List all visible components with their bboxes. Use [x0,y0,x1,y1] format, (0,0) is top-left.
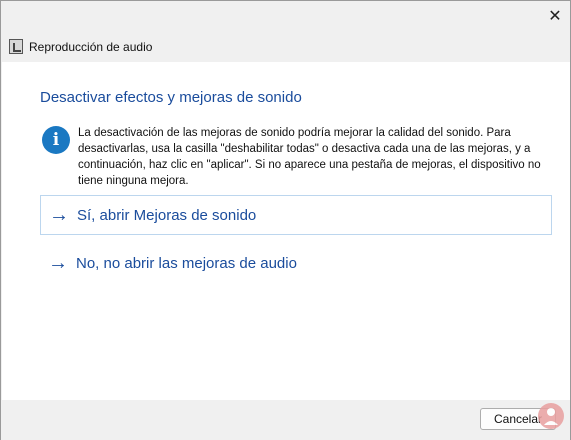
close-icon: ✕ [548,8,562,25]
audio-dialog-window: ✕ Reproducción de audio Desactivar efect… [0,0,571,440]
dont-open-enhancements-option[interactable]: → No, no abrir las mejoras de audio [40,243,552,283]
option-label: Sí, abrir Mejoras de sonido [77,206,257,224]
dialog-title: Reproducción de audio [29,39,153,54]
content-panel: Desactivar efectos y mejoras de sonido i… [2,62,570,400]
open-enhancements-option[interactable]: → Sí, abrir Mejoras de sonido [40,195,552,235]
option-label: No, no abrir las mejoras de audio [76,254,297,272]
arrow-right-icon: → [48,252,68,274]
dialog-title-row: Reproducción de audio [9,39,152,54]
audio-app-icon [9,39,23,54]
close-button[interactable]: ✕ [541,4,569,28]
page-heading: Desactivar efectos y mejoras de sonido [40,89,302,106]
watermark-logo-icon [538,403,564,429]
arrow-right-icon: → [49,204,69,226]
info-message: La desactivación de las mejoras de sonid… [78,127,541,187]
info-icon: i [42,126,70,154]
